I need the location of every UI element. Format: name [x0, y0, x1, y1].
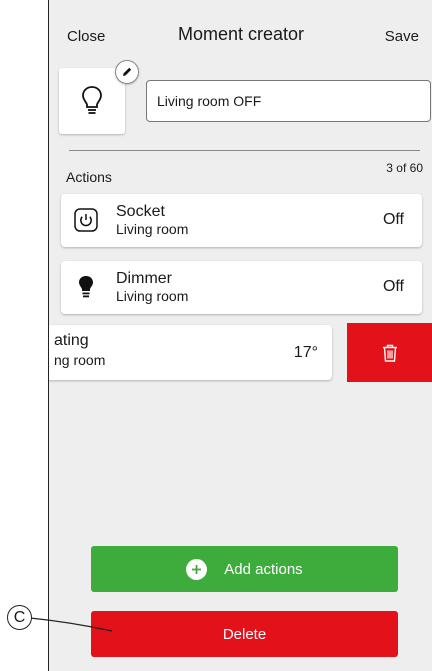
trash-icon [383, 344, 397, 362]
action-state: Off [382, 211, 404, 228]
actions-count: 3 of 60 [386, 161, 423, 175]
callout-marker: C [7, 605, 32, 630]
moment-name-input[interactable] [146, 80, 431, 122]
action-state: Off [382, 278, 404, 295]
save-button[interactable]: Save [385, 28, 419, 45]
callout-leader-line [29, 617, 113, 632]
add-actions-label: Add actions [224, 560, 303, 578]
delete-action-button[interactable] [347, 323, 432, 382]
action-state: 17° [293, 344, 318, 361]
plus-icon [186, 558, 208, 580]
delete-label: Delete [222, 625, 267, 643]
